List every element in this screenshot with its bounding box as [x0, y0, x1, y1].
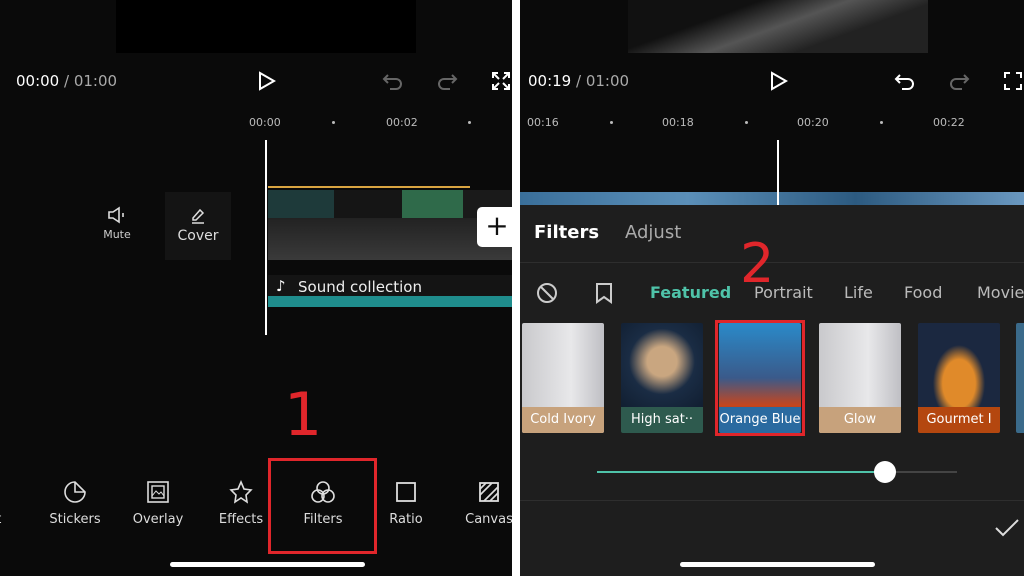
undo-icon[interactable] [894, 71, 916, 91]
tool-effects[interactable]: Effects [201, 480, 281, 527]
canvas-icon [479, 482, 499, 502]
ruler-dot [468, 121, 471, 124]
filter-label: Gourmet I [918, 407, 1000, 433]
tool-label: Effects [218, 512, 264, 527]
category-movie[interactable]: Movie [977, 283, 1024, 302]
filter-label: High sat·· [621, 407, 703, 433]
filter-high-sat[interactable]: High sat·· [621, 323, 703, 433]
redo-icon[interactable] [436, 71, 458, 91]
ruler-dot [745, 121, 748, 124]
bookmark-icon[interactable] [594, 282, 614, 304]
tool-text[interactable]: xt [0, 480, 35, 527]
home-indicator [170, 562, 365, 567]
video-clip-track[interactable] [268, 190, 512, 260]
ratio-icon [396, 482, 416, 502]
play-icon[interactable] [256, 71, 276, 91]
total-time: / 01:00 [64, 72, 118, 90]
video-preview [628, 0, 928, 53]
step-number: 2 [740, 232, 775, 295]
cover-button[interactable]: Cover [165, 192, 231, 260]
slider-knob[interactable] [874, 461, 896, 483]
highlight-box [715, 320, 805, 436]
ruler-tick: 00:16 [527, 116, 559, 129]
ruler-tick: 00:02 [386, 116, 418, 129]
ruler-tick: 00:00 [249, 116, 281, 129]
tool-label: Overlay [132, 512, 184, 527]
tool-label: Stickers [49, 512, 101, 527]
audio-track[interactable]: ♪ Sound collection [268, 275, 512, 307]
filters-panel: 00:19 / 01:00 00:16 00:18 00:20 00:22 Fi… [520, 0, 1024, 576]
cover-label: Cover [177, 228, 219, 244]
category-featured[interactable]: Featured [650, 283, 731, 302]
no-filter-icon[interactable] [536, 282, 558, 304]
speaker-icon [108, 206, 124, 224]
sticker-icon [64, 481, 86, 503]
checkmark-icon[interactable] [994, 518, 1020, 538]
tool-overlay[interactable]: Overlay [118, 480, 198, 527]
total-time: / 01:00 [576, 72, 630, 90]
tool-ratio[interactable]: Ratio [366, 480, 446, 527]
redo-icon[interactable] [948, 71, 970, 91]
step-number: 1 [284, 380, 323, 450]
audio-track-label: Sound collection [298, 278, 422, 296]
undo-icon[interactable] [382, 71, 404, 91]
divider [520, 500, 1024, 501]
tool-filters[interactable]: Filters [283, 480, 363, 527]
ruler-dot [610, 121, 613, 124]
filter-next[interactable] [1016, 323, 1024, 433]
text-icon [0, 480, 7, 504]
playhead[interactable] [265, 140, 267, 335]
home-indicator [680, 562, 875, 567]
time-display: 00:00 / 01:00 [16, 72, 117, 90]
fullscreen-icon[interactable] [1003, 71, 1023, 91]
video-clip-track[interactable] [520, 192, 1024, 205]
current-time: 00:00 [16, 72, 60, 90]
editor-panel: 00:00 / 01:00 00:00 00:02 Mute Cover + ♪… [0, 0, 512, 576]
ruler-tick: 00:18 [662, 116, 694, 129]
ruler-dot [332, 121, 335, 124]
tab-adjust[interactable]: Adjust [625, 222, 681, 243]
mute-label: Mute [103, 228, 131, 241]
play-icon[interactable] [768, 71, 788, 91]
category-food[interactable]: Food [904, 283, 942, 302]
filter-label: Glow [819, 407, 901, 433]
filters-icon [311, 481, 335, 503]
category-life[interactable]: Life [844, 283, 873, 302]
mute-button[interactable]: Mute [98, 205, 136, 241]
filter-label: Cold Ivory [522, 407, 604, 433]
tab-filters[interactable]: Filters [534, 222, 599, 243]
edit-icon [192, 208, 205, 224]
tool-canvas[interactable]: Canvas [449, 480, 512, 527]
overlay-icon [147, 481, 169, 503]
filter-gourmet[interactable]: Gourmet I [918, 323, 1000, 433]
time-display: 00:19 / 01:00 [528, 72, 629, 90]
tool-label: Filters [303, 512, 343, 527]
ruler-dot [880, 121, 883, 124]
tool-label: Ratio [389, 512, 423, 527]
slider-fill [597, 471, 885, 473]
filter-glow[interactable]: Glow [819, 323, 901, 433]
track-selection-line [268, 186, 470, 188]
tool-label: Canvas [465, 512, 512, 527]
ruler-tick: 00:20 [797, 116, 829, 129]
filter-cold-ivory[interactable]: Cold Ivory [522, 323, 604, 433]
intensity-slider[interactable] [597, 471, 957, 473]
tool-stickers[interactable]: Stickers [35, 480, 115, 527]
tool-label: xt [0, 512, 1, 527]
playhead[interactable] [777, 140, 779, 205]
current-time: 00:19 [528, 72, 572, 90]
effects-icon [229, 480, 253, 504]
fullscreen-icon[interactable] [491, 71, 511, 91]
ruler-tick: 00:22 [933, 116, 965, 129]
music-note-icon: ♪ [276, 277, 286, 295]
add-clip-button[interactable]: + [477, 207, 512, 247]
video-preview [116, 0, 416, 53]
